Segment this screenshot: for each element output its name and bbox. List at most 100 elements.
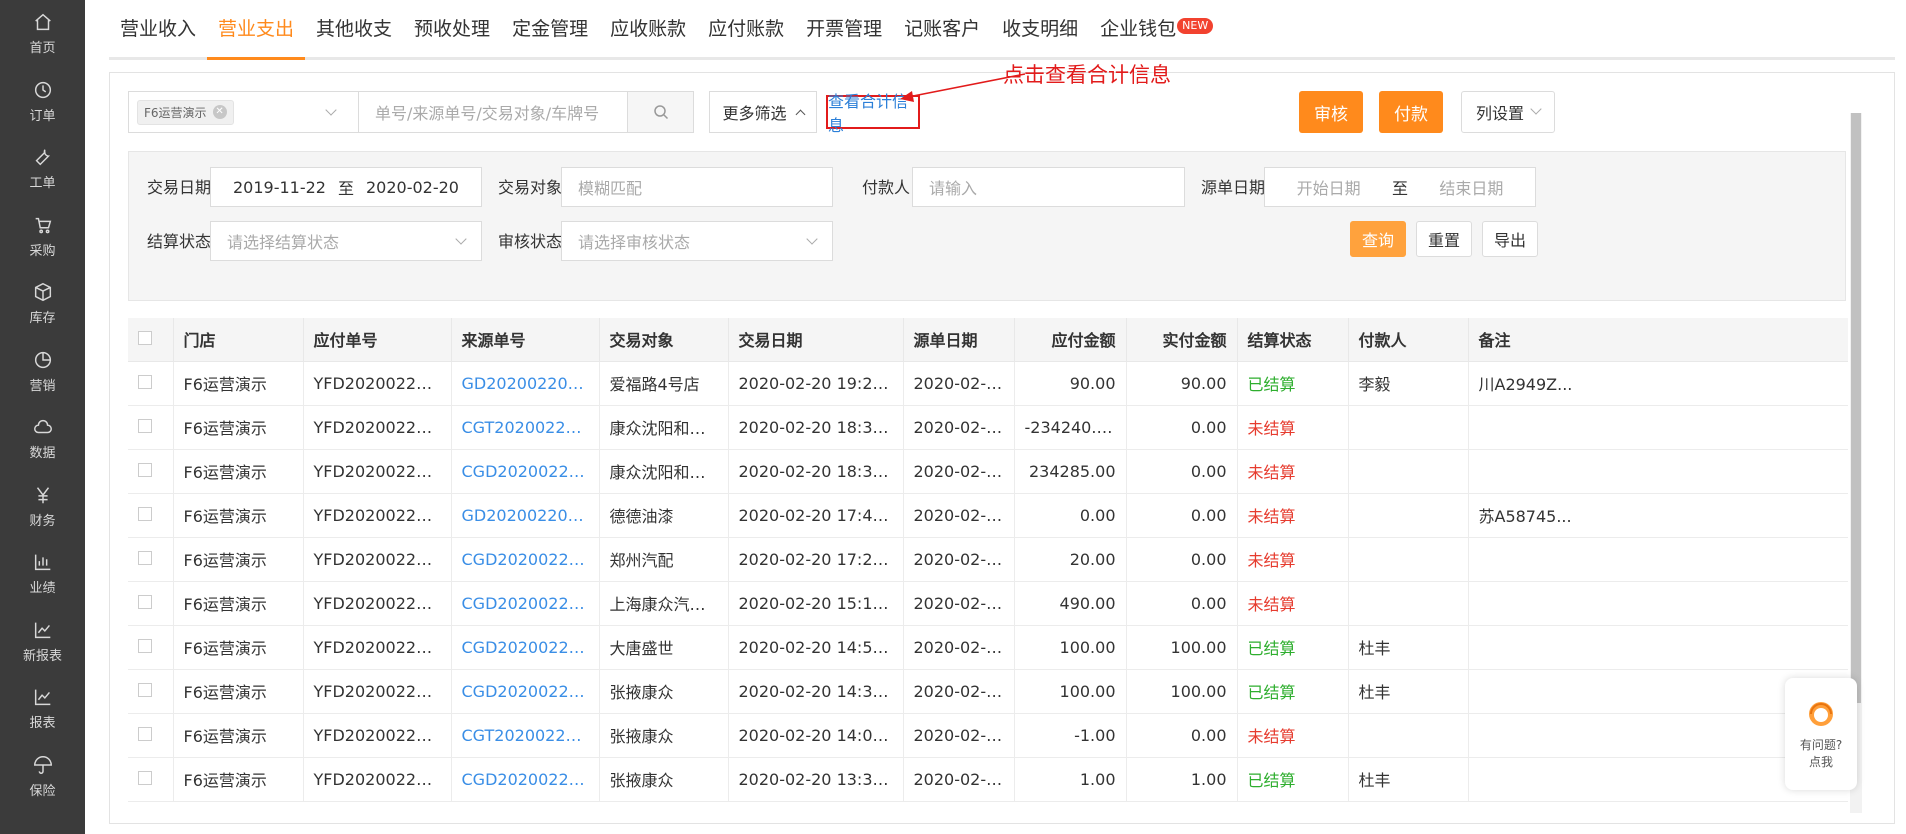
table-row[interactable]: F6运营演示 YFD20200220045 GD20200220089 爱福路4号店 2… [128, 361, 1848, 406]
table-cell[interactable]: GD20200220089 [451, 361, 600, 406]
table-cell[interactable]: CGD20200220011 [451, 625, 600, 670]
table-cell[interactable]: CGD20200220010 [451, 669, 600, 714]
column-header[interactable]: 结算状态 [1237, 318, 1349, 362]
row-select-cell [128, 581, 174, 626]
counterparty-input[interactable]: 模糊匹配 [561, 167, 833, 207]
tab-8[interactable]: 记账客户 [893, 14, 991, 57]
sidebar-item-5[interactable]: 营销 [0, 338, 85, 406]
table-cell: 2020-02-20 18:35:15 [728, 405, 904, 450]
settle-status-select[interactable]: 请选择结算状态 [210, 221, 482, 261]
table-row[interactable]: F6运营演示 YFD20200220037 CGT20200220003 张掖康众 20… [128, 713, 1848, 758]
tab-3[interactable]: 预收处理 [403, 14, 501, 57]
sidebar-item-9[interactable]: 新报表 [0, 608, 85, 676]
column-header[interactable]: 应付金额 [1014, 318, 1127, 362]
query-button[interactable]: 查询 [1350, 221, 1406, 257]
column-header[interactable]: 付款人 [1348, 318, 1469, 362]
sidebar-item-11[interactable]: 保险 [0, 743, 85, 811]
row-checkbox[interactable] [138, 726, 152, 741]
table-row[interactable]: F6运营演示 YFD20200220038 CGD20200220010 张掖康众 20… [128, 669, 1848, 714]
column-header[interactable]: 交易对象 [599, 318, 729, 362]
tab-4[interactable]: 定金管理 [501, 14, 599, 57]
table-row[interactable]: F6运营演示 YFD20200220040 CGD20200220012 上海康众汽配… [128, 581, 1848, 626]
sidebar-item-0[interactable]: 首页 [0, 0, 85, 68]
table-cell: F6运营演示 [173, 757, 304, 802]
row-checkbox[interactable] [138, 638, 152, 653]
table-cell: 0.00 [1126, 537, 1238, 582]
table-cell: YFD20200220042 [303, 493, 452, 538]
payer-input[interactable]: 请输入 [912, 167, 1185, 207]
table-cell[interactable]: CGT20200220004 [451, 405, 600, 450]
table-cell[interactable]: GD20200220084 [451, 493, 600, 538]
search-button[interactable] [628, 91, 694, 133]
wrench-icon [35, 149, 50, 166]
tab-5[interactable]: 应收账款 [599, 14, 697, 57]
sidebar-item-6[interactable]: 数据 [0, 405, 85, 473]
row-checkbox[interactable] [138, 770, 152, 785]
column-header[interactable]: 备注 [1468, 318, 1848, 362]
sidebar-item-10[interactable]: 报表 [0, 675, 85, 743]
pay-button[interactable]: 付款 [1379, 91, 1443, 133]
row-checkbox[interactable] [138, 682, 152, 697]
select-all-checkbox[interactable] [138, 330, 152, 345]
table-row[interactable]: F6运营演示 YFD20200220041 CGD20200220014 郑州汽配 20… [128, 537, 1848, 582]
help-widget[interactable]: 有问题? 点我 [1785, 678, 1857, 790]
table-cell[interactable]: CGD20200220014 [451, 537, 600, 582]
sidebar-item-7[interactable]: 财务 [0, 473, 85, 541]
table-cell: 90.00 [1014, 361, 1127, 406]
trade-date-range[interactable]: 2019-11-22 至 2020-02-20 [210, 167, 482, 207]
table-row[interactable]: F6运营演示 YFD20200220036 CGD20200220009 张掖康众 20… [128, 757, 1848, 802]
column-header[interactable]: 源单日期 [903, 318, 1015, 362]
tag-close-icon[interactable]: ✕ [212, 105, 227, 119]
audit-button[interactable]: 审核 [1299, 91, 1363, 133]
column-header[interactable]: 门店 [173, 318, 304, 362]
row-checkbox[interactable] [138, 506, 152, 521]
sidebar-item-4[interactable]: 库存 [0, 270, 85, 338]
row-checkbox[interactable] [138, 594, 152, 609]
search-input[interactable]: 单号/来源单号/交易对象/车牌号 [358, 91, 628, 133]
table-row[interactable]: F6运营演示 YFD20200220043 CGD20200220015 康众沈阳和平… [128, 449, 1848, 494]
table-row[interactable]: F6运营演示 YFD20200220044 CGT20200220004 康众沈阳和平… [128, 405, 1848, 450]
table-cell[interactable]: CGD20200220012 [451, 581, 600, 626]
column-header[interactable]: 交易日期 [728, 318, 904, 362]
tab-6[interactable]: 应付账款 [697, 14, 795, 57]
sidebar-item-label: 订单 [29, 108, 56, 124]
tab-7[interactable]: 开票管理 [795, 14, 893, 57]
row-checkbox[interactable] [138, 418, 152, 433]
sidebar-item-8[interactable]: 业绩 [0, 540, 85, 608]
tab-2[interactable]: 其他收支 [305, 14, 403, 57]
table-cell [1348, 405, 1469, 450]
table-cell: 1.00 [1126, 757, 1238, 802]
table-cell: -1.00 [1014, 713, 1127, 758]
shop-select[interactable]: F6运营演示 ✕ [128, 91, 358, 133]
reset-button[interactable]: 重置 [1416, 221, 1472, 257]
column-header[interactable]: 来源单号 [451, 318, 600, 362]
scrollbar-thumb[interactable] [1851, 113, 1861, 703]
range-separator: 至 [337, 179, 354, 198]
table-cell[interactable]: CGT20200220003 [451, 713, 600, 758]
sidebar-item-label: 报表 [29, 716, 56, 732]
tab-0[interactable]: 营业收入 [109, 14, 207, 57]
table-row[interactable]: F6运营演示 YFD20200220042 GD20200220084 德德油漆 202… [128, 493, 1848, 538]
sidebar-item-1[interactable]: 订单 [0, 68, 85, 136]
tab-10[interactable]: 企业钱包 NEW [1089, 14, 1224, 57]
row-checkbox[interactable] [138, 550, 152, 565]
more-filter-button[interactable]: 更多筛选 [709, 91, 817, 133]
column-header[interactable]: 实付金额 [1126, 318, 1238, 362]
table-cell[interactable]: CGD20200220009 [451, 757, 600, 802]
row-checkbox[interactable] [138, 462, 152, 477]
sidebar-item-3[interactable]: 采购 [0, 203, 85, 271]
tab-1[interactable]: 营业支出 [207, 14, 306, 60]
source-date-range[interactable]: 开始日期 至 结束日期 [1264, 167, 1536, 207]
export-button[interactable]: 导出 [1482, 221, 1538, 257]
column-header[interactable]: 应付单号 [303, 318, 452, 362]
sidebar-item-2[interactable]: 工单 [0, 135, 85, 203]
table-row[interactable]: F6运营演示 YFD20200220039 CGD20200220011 大唐盛世 20… [128, 625, 1848, 670]
chevron-down-icon [325, 104, 337, 116]
tab-9[interactable]: 收支明细 [991, 14, 1089, 57]
table-cell[interactable]: CGD20200220015 [451, 449, 600, 494]
chevron-down-icon [806, 233, 818, 245]
row-checkbox[interactable] [138, 374, 152, 389]
column-settings-button[interactable]: 列设置 [1461, 91, 1555, 133]
table-cell: 2020-02-20 18:31:51 [728, 449, 904, 494]
audit-status-select[interactable]: 请选择审核状态 [561, 221, 833, 261]
